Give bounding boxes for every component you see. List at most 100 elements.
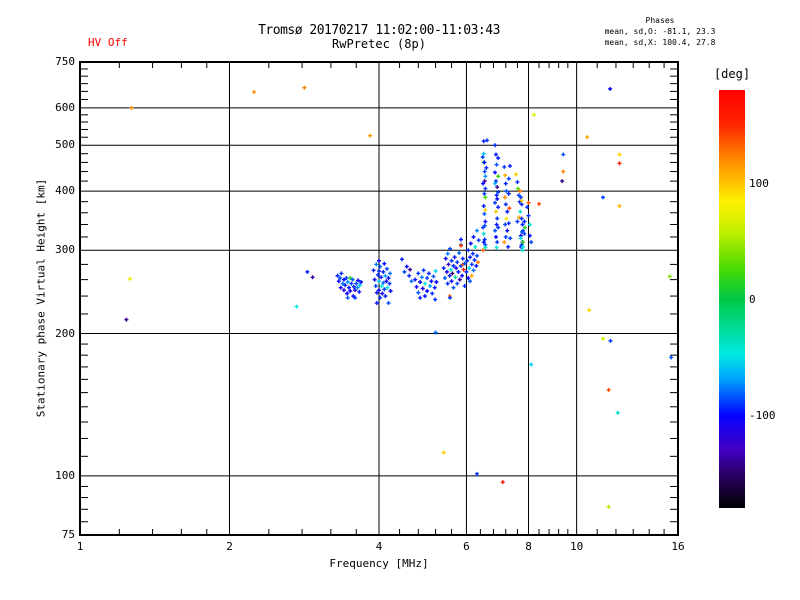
data-point [474,471,479,476]
data-point [600,195,605,200]
colorbar-tick-label: -100 [749,409,776,423]
x-tick-label: 2 [226,540,233,553]
data-point [425,288,430,293]
data-point [468,255,473,260]
data-point [617,204,622,209]
data-point [302,85,307,90]
data-point [372,277,377,282]
data-point [129,105,134,110]
data-point [503,234,508,239]
data-point [384,266,389,271]
data-point [481,151,486,156]
data-point [251,90,256,95]
data-point [587,308,592,313]
data-point [615,410,620,415]
data-point [419,275,424,280]
data-point [433,269,438,274]
x-tick-label: 16 [671,540,685,553]
data-point [414,284,419,289]
data-point [341,288,346,293]
data-point [502,164,507,169]
data-point [446,262,451,267]
data-point [493,170,498,175]
data-point [502,240,507,245]
data-point [457,250,462,255]
data-point [503,181,508,186]
data-point [506,244,511,249]
data-point [409,279,414,284]
data-point [503,202,508,207]
data-point [418,295,423,300]
data-point [493,209,498,214]
data-point [526,200,531,205]
data-point [473,244,478,249]
data-point [476,260,480,265]
data-point [496,156,501,161]
data-point [444,269,449,274]
data-point [428,284,433,289]
data-point [464,269,469,274]
data-point [617,152,622,157]
data-point [483,195,488,200]
data-point [339,271,344,276]
data-point [124,317,129,322]
data-point [493,143,498,148]
data-point [531,112,536,117]
data-point [518,236,523,241]
data-point [472,258,477,263]
data-point [460,256,465,261]
data-point [503,173,508,178]
data-point [617,161,622,166]
data-point [504,189,509,194]
data-point [474,263,479,268]
y-tick-label: 100 [55,468,75,482]
data-point [388,271,393,276]
data-point [382,261,387,266]
data-point [529,362,534,367]
data-point [456,269,461,274]
data-point [669,355,674,360]
data-point [476,238,481,243]
data-point [481,231,486,236]
y-axis-title: Stationary phase Virtual Height [km] [34,178,48,418]
data-point [380,291,385,296]
data-point [402,269,407,274]
data-point [494,162,499,167]
data-point [442,276,447,281]
data-point [373,284,378,289]
data-point [469,262,474,267]
data-point [608,86,613,91]
data-point [483,219,488,224]
data-point [407,273,412,278]
data-point [383,273,388,278]
data-point [404,264,409,269]
colorbar-unit-label: [deg] [713,67,751,81]
data-point [434,280,439,285]
data-point [502,195,507,200]
data-point [345,295,350,300]
data-point [461,267,466,272]
colorbar-tick-label: 100 [749,176,769,190]
data-point [448,267,453,272]
data-point [483,245,488,250]
data-point [496,174,501,179]
data-point [383,294,388,299]
data-point [422,281,427,286]
data-point [458,243,463,248]
data-point [431,274,436,279]
data-point [482,169,487,174]
data-point [495,196,500,201]
data-point [441,266,446,271]
data-point [506,176,511,181]
data-point [433,297,438,302]
data-point [460,273,465,278]
data-point [482,191,487,196]
x-tick-label: 8 [525,540,532,553]
colorbar-tick-label: 0 [749,293,756,306]
data-point [377,258,381,263]
data-point [493,200,498,205]
data-point [537,201,542,206]
data-point [457,277,462,282]
scatter-plot-canvas [79,61,679,536]
x-tick-label: 1 [76,540,84,553]
